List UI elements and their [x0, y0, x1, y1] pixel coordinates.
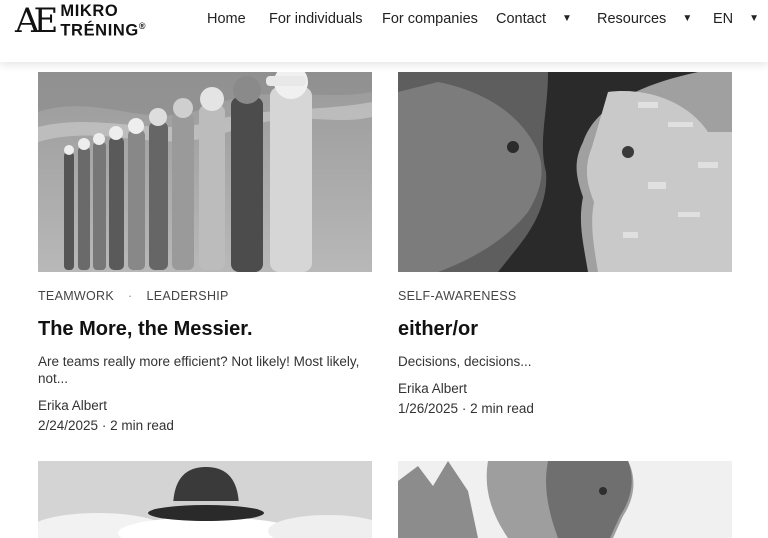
tag-link[interactable]: SELF-AWARENESS: [398, 289, 517, 303]
nav-contact[interactable]: Contact ▼: [496, 11, 572, 29]
nav-for-individuals-label: For individuals: [269, 11, 363, 27]
meta-separator: ·: [458, 401, 471, 416]
post-image-either-or[interactable]: [398, 72, 732, 272]
language-selector[interactable]: EN ▼: [713, 11, 759, 29]
post-date: 1/26/2025: [398, 401, 459, 416]
post-date: 2/24/2025: [38, 418, 99, 433]
nav-contact-label: Contact: [496, 11, 546, 27]
tag-link[interactable]: LEADERSHIP: [146, 289, 228, 303]
site-header: AE MIKRO TRÉNING® Home For individuals F…: [0, 0, 768, 62]
nav-for-companies-label: For companies: [382, 11, 478, 27]
logo-registered-mark: ®: [138, 20, 146, 31]
post-excerpt: Decisions, decisions...: [398, 354, 532, 369]
chevron-down-icon[interactable]: ▼: [749, 13, 759, 24]
site-logo[interactable]: AE MIKRO TRÉNING®: [15, 1, 146, 41]
post-meta: 2/24/2025 · 2 min read: [38, 418, 174, 433]
post-read-time: 2 min read: [110, 418, 174, 433]
tag-separator: ·: [128, 289, 133, 303]
post-author[interactable]: Erika Albert: [398, 381, 467, 396]
post-image-teamwork[interactable]: [38, 72, 372, 272]
chevron-down-icon[interactable]: ▼: [562, 13, 572, 24]
post-tags: TEAMWORK · LEADERSHIP: [38, 289, 229, 303]
logo-line-2: TRÉNING: [60, 21, 139, 40]
post-image-stone-face[interactable]: [398, 461, 732, 538]
language-label: EN: [713, 11, 734, 27]
nav-resources[interactable]: Resources ▼: [597, 11, 692, 29]
post-author[interactable]: Erika Albert: [38, 398, 107, 413]
logo-wordmark: MIKRO TRÉNING®: [60, 1, 146, 40]
logo-line-1: MIKRO: [60, 1, 119, 20]
logo-mark: AE: [15, 1, 58, 41]
post-image-bowler-hat[interactable]: [38, 461, 372, 538]
post-title[interactable]: either/or: [398, 318, 478, 341]
meta-separator: ·: [98, 418, 111, 433]
nav-for-companies[interactable]: For companies: [382, 11, 478, 29]
nav-resources-label: Resources: [597, 11, 667, 27]
nav-home[interactable]: Home: [207, 11, 246, 29]
post-read-time: 2 min read: [470, 401, 534, 416]
nav-home-label: Home: [207, 11, 246, 27]
chevron-down-icon[interactable]: ▼: [682, 13, 692, 24]
tag-link[interactable]: TEAMWORK: [38, 289, 114, 303]
post-excerpt: Are teams really more efficient? Not lik…: [38, 354, 360, 386]
post-meta: 1/26/2025 · 2 min read: [398, 401, 534, 416]
post-tags: SELF-AWARENESS: [398, 289, 517, 303]
nav-for-individuals[interactable]: For individuals: [269, 11, 363, 29]
post-title[interactable]: The More, the Messier.: [38, 318, 253, 341]
